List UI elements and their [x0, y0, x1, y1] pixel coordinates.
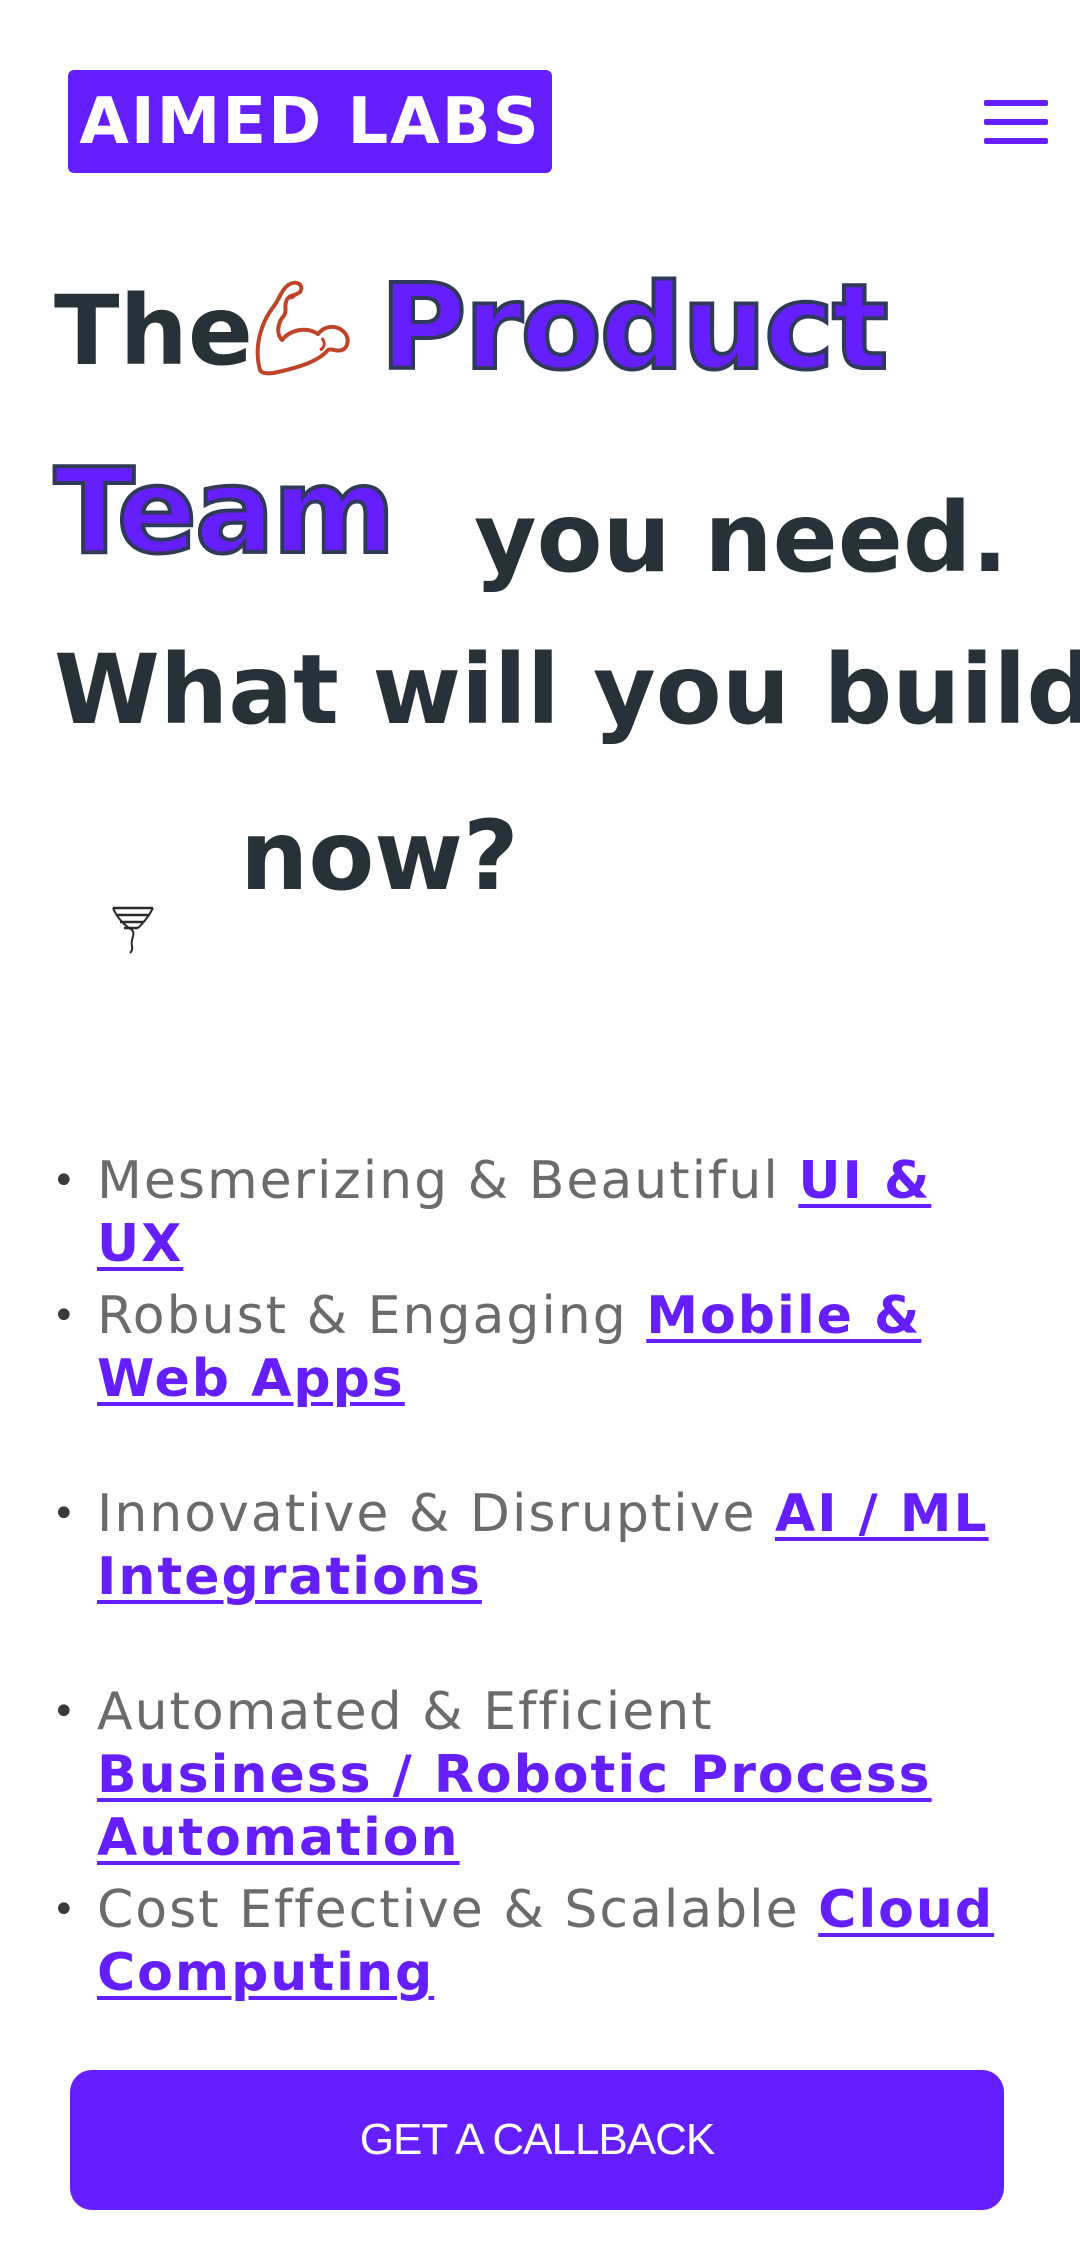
hero-line-what-will-you-build: What will you build — [54, 634, 1080, 746]
bullet: • — [52, 1158, 78, 1204]
bullet: • — [52, 1887, 78, 1933]
flexed-biceps-icon — [255, 280, 350, 376]
highlight-word-product: Product — [378, 258, 891, 396]
feature-text: Automated & Efficient — [97, 1682, 714, 1742]
hamburger-menu-icon[interactable] — [984, 98, 1048, 146]
logo[interactable]: AIMED LABS — [68, 70, 552, 173]
feature-text: Innovative & Disruptive — [97, 1484, 775, 1544]
hero-line-the: The — [54, 275, 253, 387]
page: AIMED LABS The Product Team you need. Wh… — [0, 0, 1080, 2266]
feature-text: Cost Effective & Scalable — [97, 1880, 819, 1940]
hero-line-now: now? — [240, 800, 519, 912]
bullet: • — [52, 1293, 78, 1339]
highlight-word-team: Team — [52, 442, 397, 580]
hero-line-you-need: you need. — [474, 482, 1009, 594]
bullet: • — [52, 1491, 78, 1537]
feature-text: Mesmerizing & Beautiful — [97, 1151, 799, 1211]
bullet: • — [52, 1689, 78, 1735]
logo-text: AIMED LABS — [79, 84, 541, 159]
get-callback-button[interactable]: GET A CALLBACK — [70, 2070, 1004, 2210]
feature-text: Robust & Engaging — [97, 1286, 647, 1346]
tornado-icon — [112, 906, 154, 954]
feature-link-process-automation[interactable]: Business / Robotic Process Automation — [97, 1745, 932, 1868]
